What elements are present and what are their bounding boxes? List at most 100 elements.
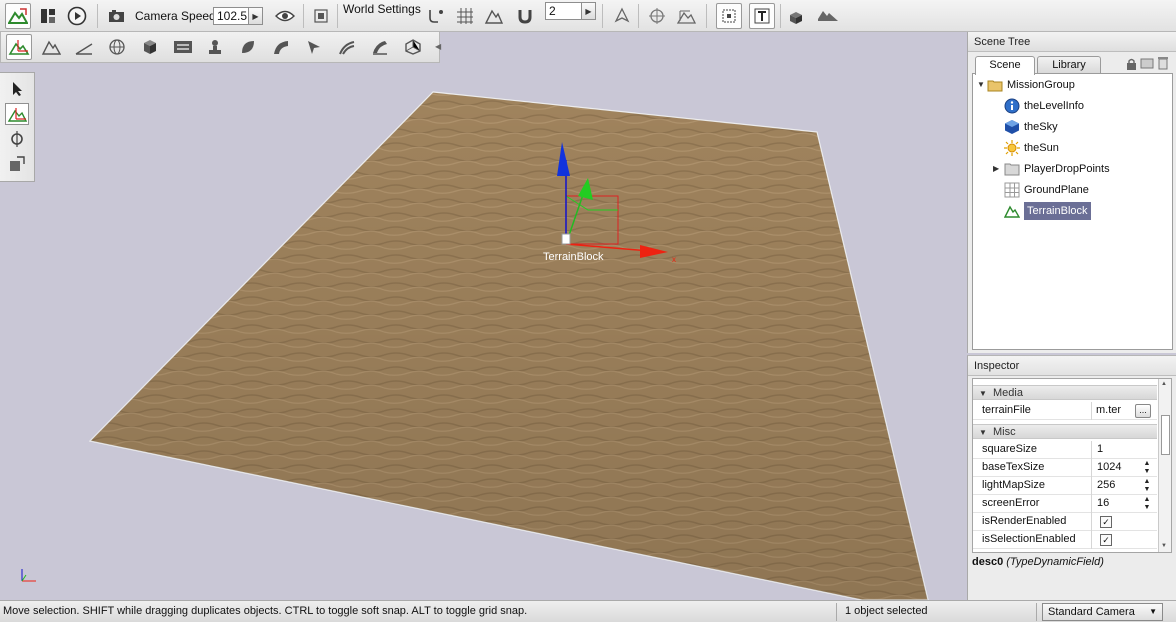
scroll-up-icon[interactable]: ▲ bbox=[1161, 381, 1169, 387]
text-labels-button[interactable] bbox=[749, 3, 775, 29]
property-isrenderenabled[interactable]: isRenderEnabled ✓ bbox=[973, 513, 1157, 531]
camera-speed-spin[interactable]: ▶ bbox=[249, 7, 263, 25]
object-library-button[interactable] bbox=[783, 3, 809, 29]
grid-snap-button[interactable] bbox=[452, 3, 478, 29]
3d-viewport[interactable]: x TerrainBlock bbox=[0, 63, 966, 601]
screenerror-value[interactable]: 16 bbox=[1097, 497, 1109, 509]
prefab-button[interactable] bbox=[815, 3, 841, 29]
select-objects-button[interactable] bbox=[716, 3, 742, 29]
scene-tree-view[interactable]: ▼ MissionGroup theLevelInfo theSky theSu… bbox=[972, 73, 1173, 350]
lightmapsize-stepper[interactable]: ▲ ▼ bbox=[1141, 478, 1153, 494]
shape-editor-tool[interactable] bbox=[137, 34, 163, 60]
property-name: isSelectionEnabled bbox=[982, 533, 1076, 545]
tree-item-missiongroup[interactable]: ▼ MissionGroup bbox=[977, 76, 1075, 94]
convex-editor-tool[interactable] bbox=[400, 34, 426, 60]
world-editor-button[interactable] bbox=[5, 3, 31, 29]
viewport-canvas[interactable]: x TerrainBlock bbox=[0, 63, 966, 601]
object-center-button[interactable] bbox=[609, 3, 635, 29]
tree-item-thelevelinfo[interactable]: theLevelInfo bbox=[1004, 97, 1084, 115]
scroll-down-icon[interactable]: ▼ bbox=[1161, 543, 1169, 549]
status-bar: Move selection. SHIFT while dragging dup… bbox=[0, 600, 1176, 622]
tree-item-thesun[interactable]: theSun bbox=[1004, 139, 1059, 157]
collapse-arrow-icon[interactable]: ▼ bbox=[979, 386, 987, 401]
screenerror-stepper[interactable]: ▲ ▼ bbox=[1141, 496, 1153, 512]
rotate-tool[interactable] bbox=[5, 128, 29, 150]
isrenderenabled-checkbox[interactable]: ✓ bbox=[1100, 516, 1112, 528]
description-name: desc0 bbox=[972, 556, 1004, 568]
forest-editor-tool[interactable] bbox=[235, 34, 261, 60]
tab-scene[interactable]: Scene bbox=[975, 56, 1035, 75]
decal-editor-tool[interactable] bbox=[301, 34, 327, 60]
camera-speed-input[interactable]: 102.5 bbox=[213, 7, 249, 25]
editor-tools-toolbar: ◀ bbox=[0, 32, 441, 63]
camera-mode-value: Standard Camera bbox=[1048, 606, 1135, 618]
terrainfile-value[interactable]: m.ter bbox=[1096, 404, 1121, 416]
property-screenerror[interactable]: screenError 16 ▲ ▼ bbox=[973, 495, 1157, 513]
inspector-scrollbar[interactable]: ▲ ▼ bbox=[1158, 379, 1171, 552]
material-editor-tool[interactable] bbox=[104, 34, 130, 60]
arrow-cursor-icon bbox=[13, 82, 22, 96]
object-editor-tool[interactable] bbox=[6, 34, 32, 60]
scale-tool[interactable] bbox=[5, 153, 29, 175]
visibility-button[interactable] bbox=[272, 3, 298, 29]
property-name: terrainFile bbox=[982, 404, 1031, 416]
screenshot-button[interactable] bbox=[308, 3, 334, 29]
tree-item-terrainblock[interactable]: TerrainBlock bbox=[1004, 202, 1091, 220]
toolbar-overflow-arrow[interactable]: ◀ bbox=[435, 42, 441, 51]
terrain-edit-icon bbox=[8, 8, 28, 24]
tree-item-playerdroppoints[interactable]: ▶ PlayerDropPoints bbox=[993, 160, 1110, 178]
snap-button[interactable] bbox=[423, 3, 449, 29]
toolbar-separator bbox=[97, 4, 98, 28]
camera-button[interactable] bbox=[104, 3, 130, 29]
axis-indicator bbox=[21, 569, 36, 582]
group-misc-header[interactable]: ▼ Misc bbox=[973, 424, 1157, 439]
basetexsize-value[interactable]: 1024 bbox=[1097, 461, 1121, 473]
isselectionenabled-checkbox[interactable]: ✓ bbox=[1100, 534, 1112, 546]
delete-icon[interactable] bbox=[1158, 56, 1168, 73]
inspector-property-list[interactable]: ▼ Media terrainFile m.ter ... ▼ Misc squ… bbox=[972, 378, 1172, 553]
polyhedron-icon bbox=[405, 39, 421, 55]
collapse-arrow-icon[interactable]: ▼ bbox=[977, 76, 987, 94]
tab-library[interactable]: Library bbox=[1037, 56, 1101, 74]
road-editor-tool[interactable] bbox=[268, 34, 294, 60]
grid-icon bbox=[1004, 182, 1020, 198]
bounds-center-button[interactable] bbox=[644, 3, 670, 29]
select-tool[interactable] bbox=[5, 78, 29, 100]
river-editor-tool[interactable] bbox=[334, 34, 360, 60]
world-transform-button[interactable] bbox=[673, 3, 699, 29]
move-tool[interactable] bbox=[5, 103, 29, 125]
play-game-button[interactable] bbox=[64, 3, 90, 29]
snap-size-spin[interactable]: ▶ bbox=[582, 2, 596, 20]
property-squaresize[interactable]: squareSize 1 bbox=[973, 441, 1157, 459]
browse-file-button[interactable]: ... bbox=[1135, 404, 1151, 418]
scene-tree-title: Scene Tree bbox=[968, 32, 1176, 52]
terrain-editor-tool[interactable] bbox=[38, 34, 64, 60]
property-terrainfile[interactable]: terrainFile m.ter ... bbox=[973, 402, 1157, 420]
lock-icon[interactable] bbox=[1126, 58, 1137, 73]
datablock-editor-tool[interactable] bbox=[170, 34, 196, 60]
squaresize-value[interactable]: 1 bbox=[1097, 443, 1103, 455]
terrain-painter-tool[interactable] bbox=[71, 34, 97, 60]
property-lightmapsize[interactable]: lightMapSize 256 ▲ ▼ bbox=[973, 477, 1157, 495]
status-hint: Move selection. SHIFT while dragging dup… bbox=[3, 605, 528, 617]
property-basetexsize[interactable]: baseTexSize 1024 ▲ ▼ bbox=[973, 459, 1157, 477]
gui-editor-button[interactable] bbox=[35, 3, 61, 29]
mesh-road-editor-tool[interactable] bbox=[367, 34, 393, 60]
basetexsize-stepper[interactable]: ▲ ▼ bbox=[1141, 460, 1153, 476]
scroll-thumb[interactable] bbox=[1161, 415, 1170, 455]
collapse-arrow-icon[interactable]: ▼ bbox=[979, 425, 987, 440]
property-isselectionenabled[interactable]: isSelectionEnabled ✓ bbox=[973, 531, 1157, 549]
tree-item-groundplane[interactable]: GroundPlane bbox=[1004, 181, 1089, 199]
snap-size-input[interactable]: 2 bbox=[545, 2, 582, 20]
lightmapsize-value[interactable]: 256 bbox=[1097, 479, 1115, 491]
particle-editor-tool[interactable] bbox=[202, 34, 228, 60]
camera-mode-select[interactable]: Standard Camera ▼ bbox=[1042, 603, 1163, 621]
tree-item-thesky[interactable]: theSky bbox=[1004, 118, 1058, 136]
tree-item-label: PlayerDropPoints bbox=[1024, 163, 1110, 175]
world-settings-label: World Settings bbox=[343, 2, 421, 16]
expand-arrow-icon[interactable]: ▶ bbox=[993, 160, 1004, 178]
group-media-header[interactable]: ▼ Media bbox=[973, 385, 1157, 400]
terrain-snap-button[interactable] bbox=[481, 3, 507, 29]
new-group-icon[interactable] bbox=[1140, 58, 1154, 72]
magnet-button[interactable] bbox=[512, 3, 538, 29]
